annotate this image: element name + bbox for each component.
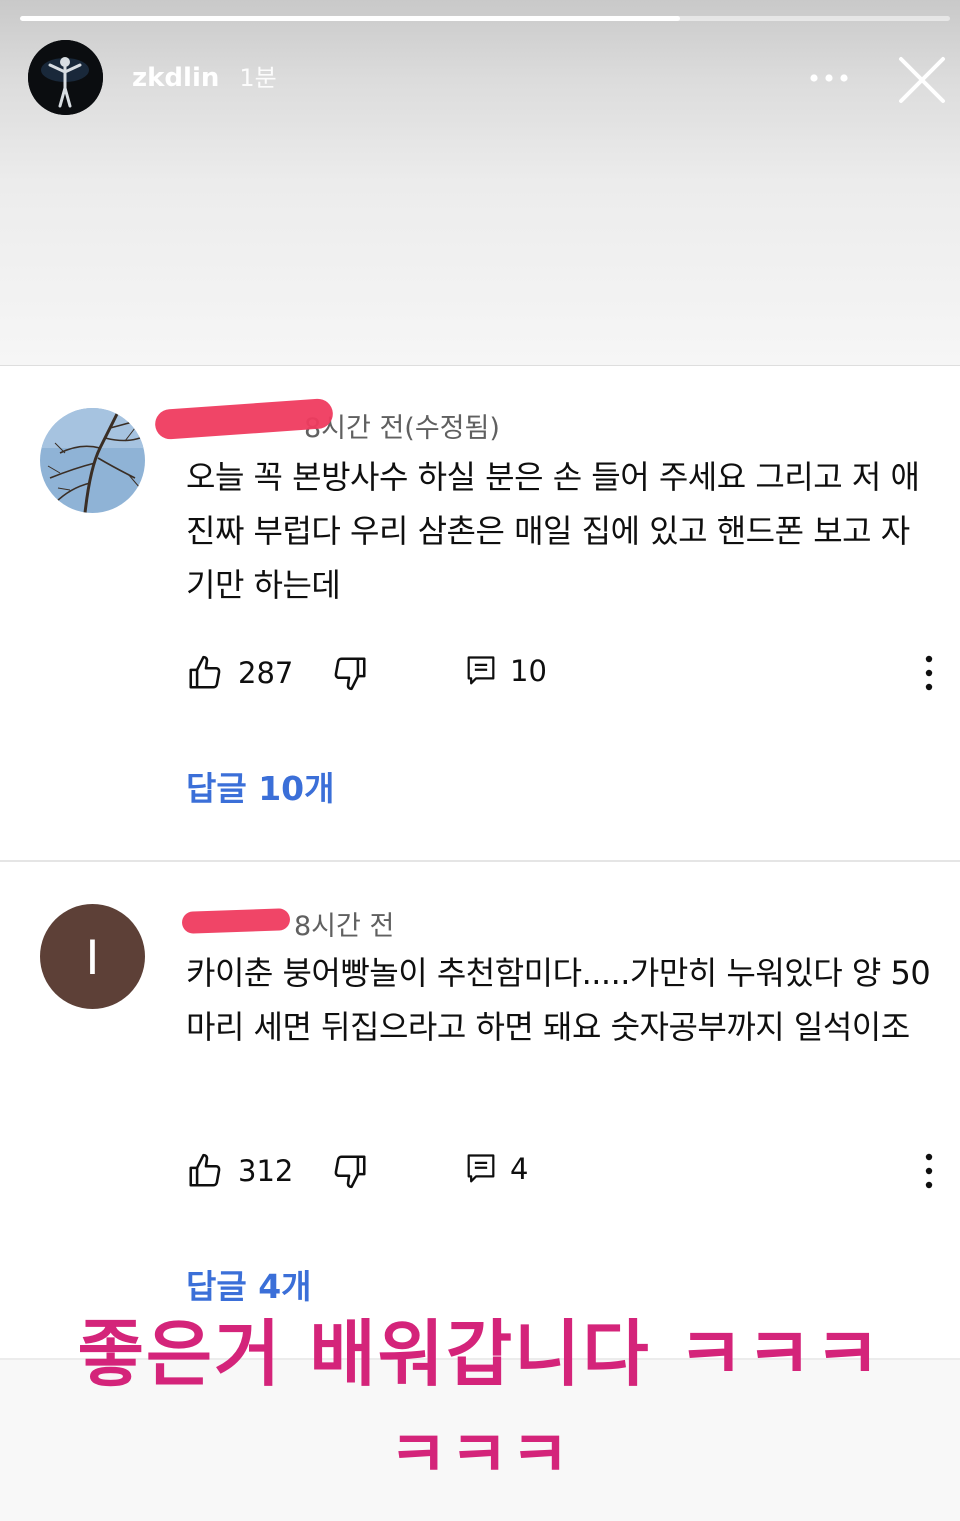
comment-text: 오늘 꼭 본방사수 하실 분은 손 들어 주세요 그리고 저 애 진짜 부럽다 …	[186, 458, 920, 604]
comment-actions: 287 10	[186, 654, 936, 694]
story-avatar[interactable]	[28, 40, 103, 115]
thumbs-up-icon	[189, 655, 221, 689]
comment-menu-icon[interactable]	[922, 654, 936, 692]
tree-sky-photo-icon	[40, 408, 145, 513]
comment-timestamp: 8시간 전(수정됨)	[304, 413, 500, 444]
story-username[interactable]: zkdlin	[132, 63, 219, 93]
thumbs-down-icon	[334, 1155, 366, 1189]
story-header: zkdlin 1분	[0, 0, 960, 366]
reply-button[interactable]: 4	[466, 1152, 528, 1186]
view-replies-link[interactable]: 답글 10개	[186, 762, 335, 810]
like-button[interactable]: 287	[186, 654, 293, 692]
comment-1: 8시간 전(수정됨) 오늘 꼭 본방사수 하실 분은 손 들어 주세요 그리고 …	[0, 366, 960, 860]
more-options-icon[interactable]	[808, 66, 852, 90]
redaction-mark	[181, 908, 291, 934]
story-progress-fill	[20, 16, 681, 21]
story-caption-line-2: ㅋㅋㅋ	[388, 1419, 572, 1493]
comment-actions: 312 4	[186, 1152, 936, 1192]
like-count: 312	[238, 1154, 294, 1188]
like-count: 287	[238, 656, 294, 690]
reply-button[interactable]: 10	[466, 654, 547, 688]
reply-comment-icon	[467, 656, 495, 685]
comment-text: 카이춘 붕어빵놀이 추천함미다.....가만히 누워있다 양 50마리 세면 뒤…	[186, 954, 931, 1046]
story-progress-bar	[20, 16, 950, 21]
thumbs-down-icon	[334, 657, 366, 691]
like-button[interactable]: 312	[186, 1152, 293, 1190]
comment-timestamp: 8시간 전	[294, 911, 395, 942]
reply-count: 10	[510, 654, 547, 688]
view-replies-link[interactable]: 답글 4개	[186, 1260, 312, 1308]
story-user-info: zkdlin 1분	[132, 58, 277, 93]
reply-count: 4	[510, 1152, 529, 1186]
avatar-person-icon	[28, 40, 103, 115]
comment-avatar[interactable]	[40, 408, 145, 513]
comment-2: I 8시간 전 카이춘 붕어빵놀이 추천함미다.....가만히 누워있다 양 5…	[0, 862, 960, 1362]
comment-menu-icon[interactable]	[922, 1152, 936, 1190]
comment-avatar[interactable]: I	[40, 904, 145, 1009]
thumbs-up-icon	[189, 1153, 221, 1187]
close-icon[interactable]	[895, 53, 949, 107]
story-timestamp: 1분	[239, 64, 277, 92]
story-caption-line-1: 좋은거 배워갑니다 ㅋㅋㅋ	[77, 1312, 883, 1396]
dislike-button[interactable]	[331, 654, 369, 692]
dislike-button[interactable]	[331, 1152, 369, 1190]
reply-comment-icon	[467, 1154, 495, 1183]
